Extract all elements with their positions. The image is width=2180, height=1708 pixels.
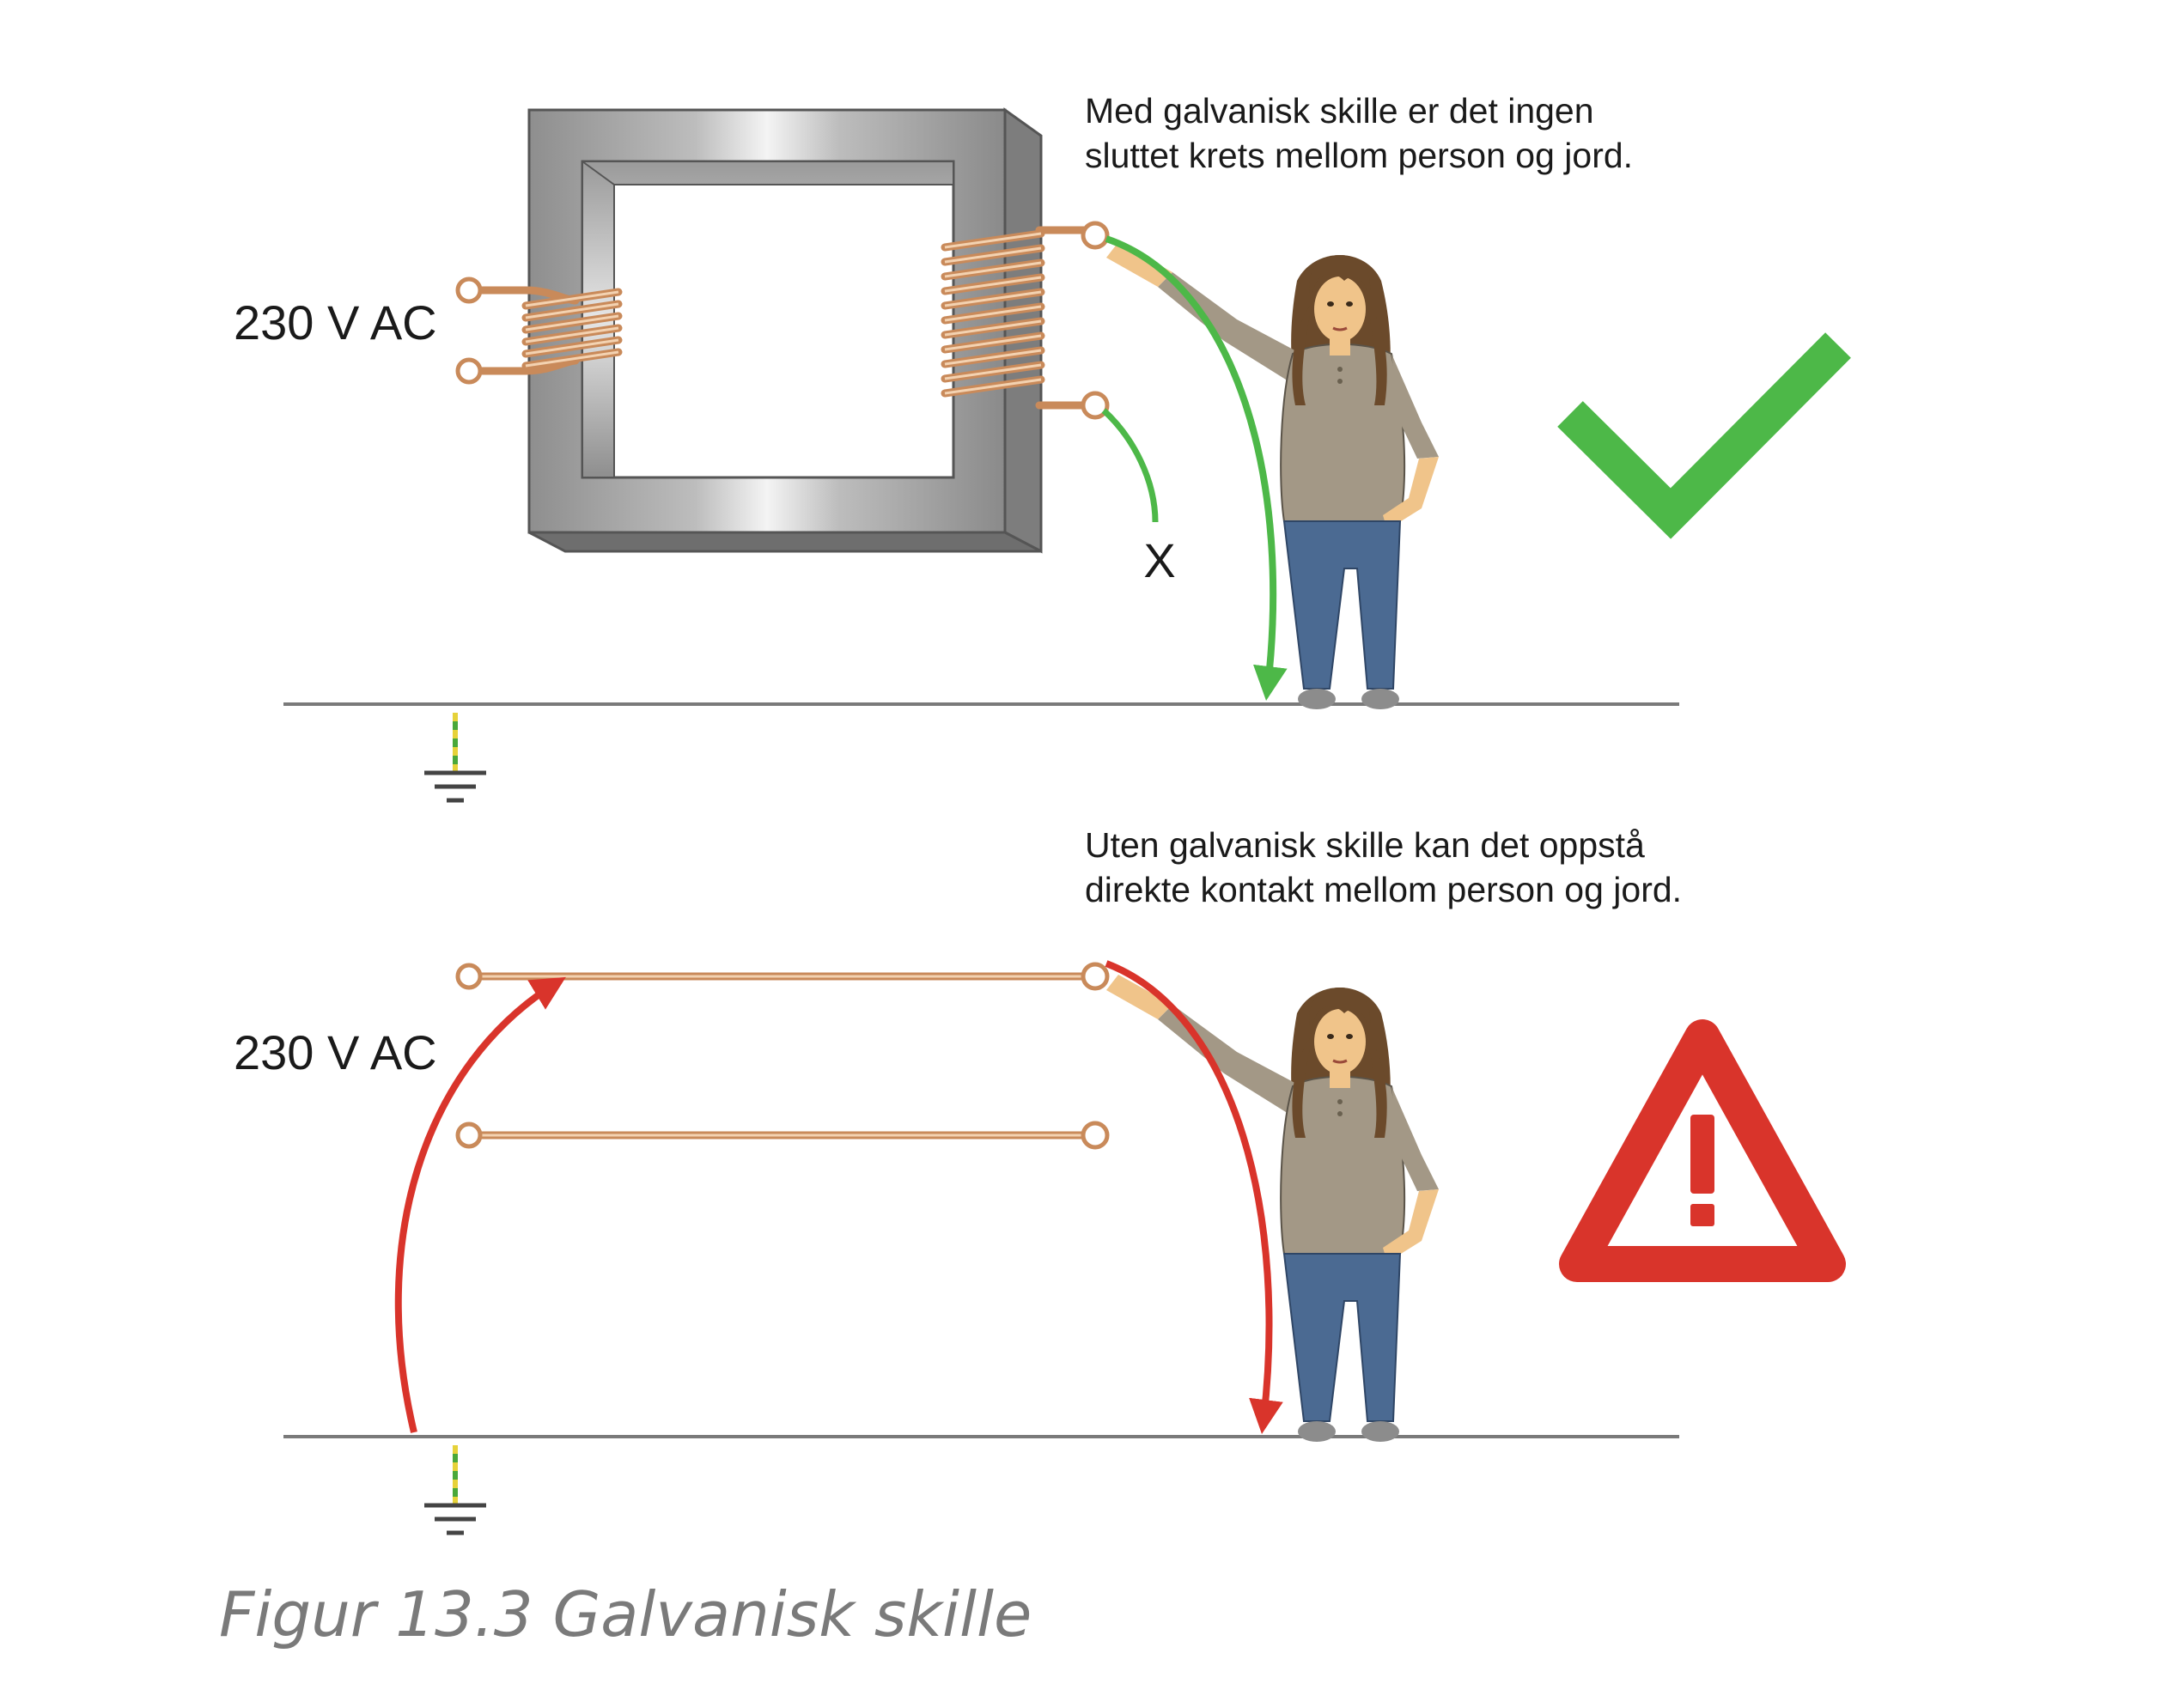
- figure-caption: Figur 13.3 Galvanisk skille: [219, 1578, 1032, 1650]
- open-end-label: X: [1143, 533, 1175, 587]
- open-lead: [1101, 408, 1159, 523]
- figure: X 230 V AC Med galvanisk skille er det i…: [0, 0, 2180, 1704]
- voltage-label-bottom: 230 V AC: [234, 1025, 437, 1079]
- galvanic-isolation-diagram: X 230 V AC Med galvanisk skille er det i…: [234, 91, 1851, 1704]
- caption-top-line1: Med galvanisk skille er det ingen: [1085, 91, 1594, 131]
- warning-triangle-icon: [1559, 1019, 1846, 1282]
- caption-bottom-line2: direkte kontakt mellom person og jord.: [1085, 870, 1682, 909]
- phase-terminal-left: [455, 963, 483, 990]
- neutral-terminal-right: [1081, 1121, 1110, 1150]
- secondary-terminal-top: [1081, 221, 1110, 250]
- phase-terminal-right: [1081, 962, 1110, 991]
- ground-symbol-top: [424, 713, 486, 800]
- direct-contact-panel: 230 V AC Uten galvanisk skille kan det o…: [234, 825, 1846, 1533]
- primary-terminal-top: [455, 277, 483, 304]
- caption-top-line2: sluttet krets mellom person og jord.: [1085, 136, 1633, 175]
- checkmark-icon: [1557, 332, 1851, 539]
- voltage-label-top: 230 V AC: [234, 295, 437, 350]
- person-bottom: [1105, 973, 1440, 1444]
- primary-terminal-bottom: [455, 357, 483, 385]
- isolated-circuit-panel: X 230 V AC Med galvanisk skille er det i…: [234, 91, 1851, 800]
- neutral-terminal-left: [455, 1121, 483, 1149]
- ground-symbol-bottom: [424, 1445, 486, 1533]
- caption-bottom-line1: Uten galvanisk skille kan det oppstå: [1085, 825, 1645, 865]
